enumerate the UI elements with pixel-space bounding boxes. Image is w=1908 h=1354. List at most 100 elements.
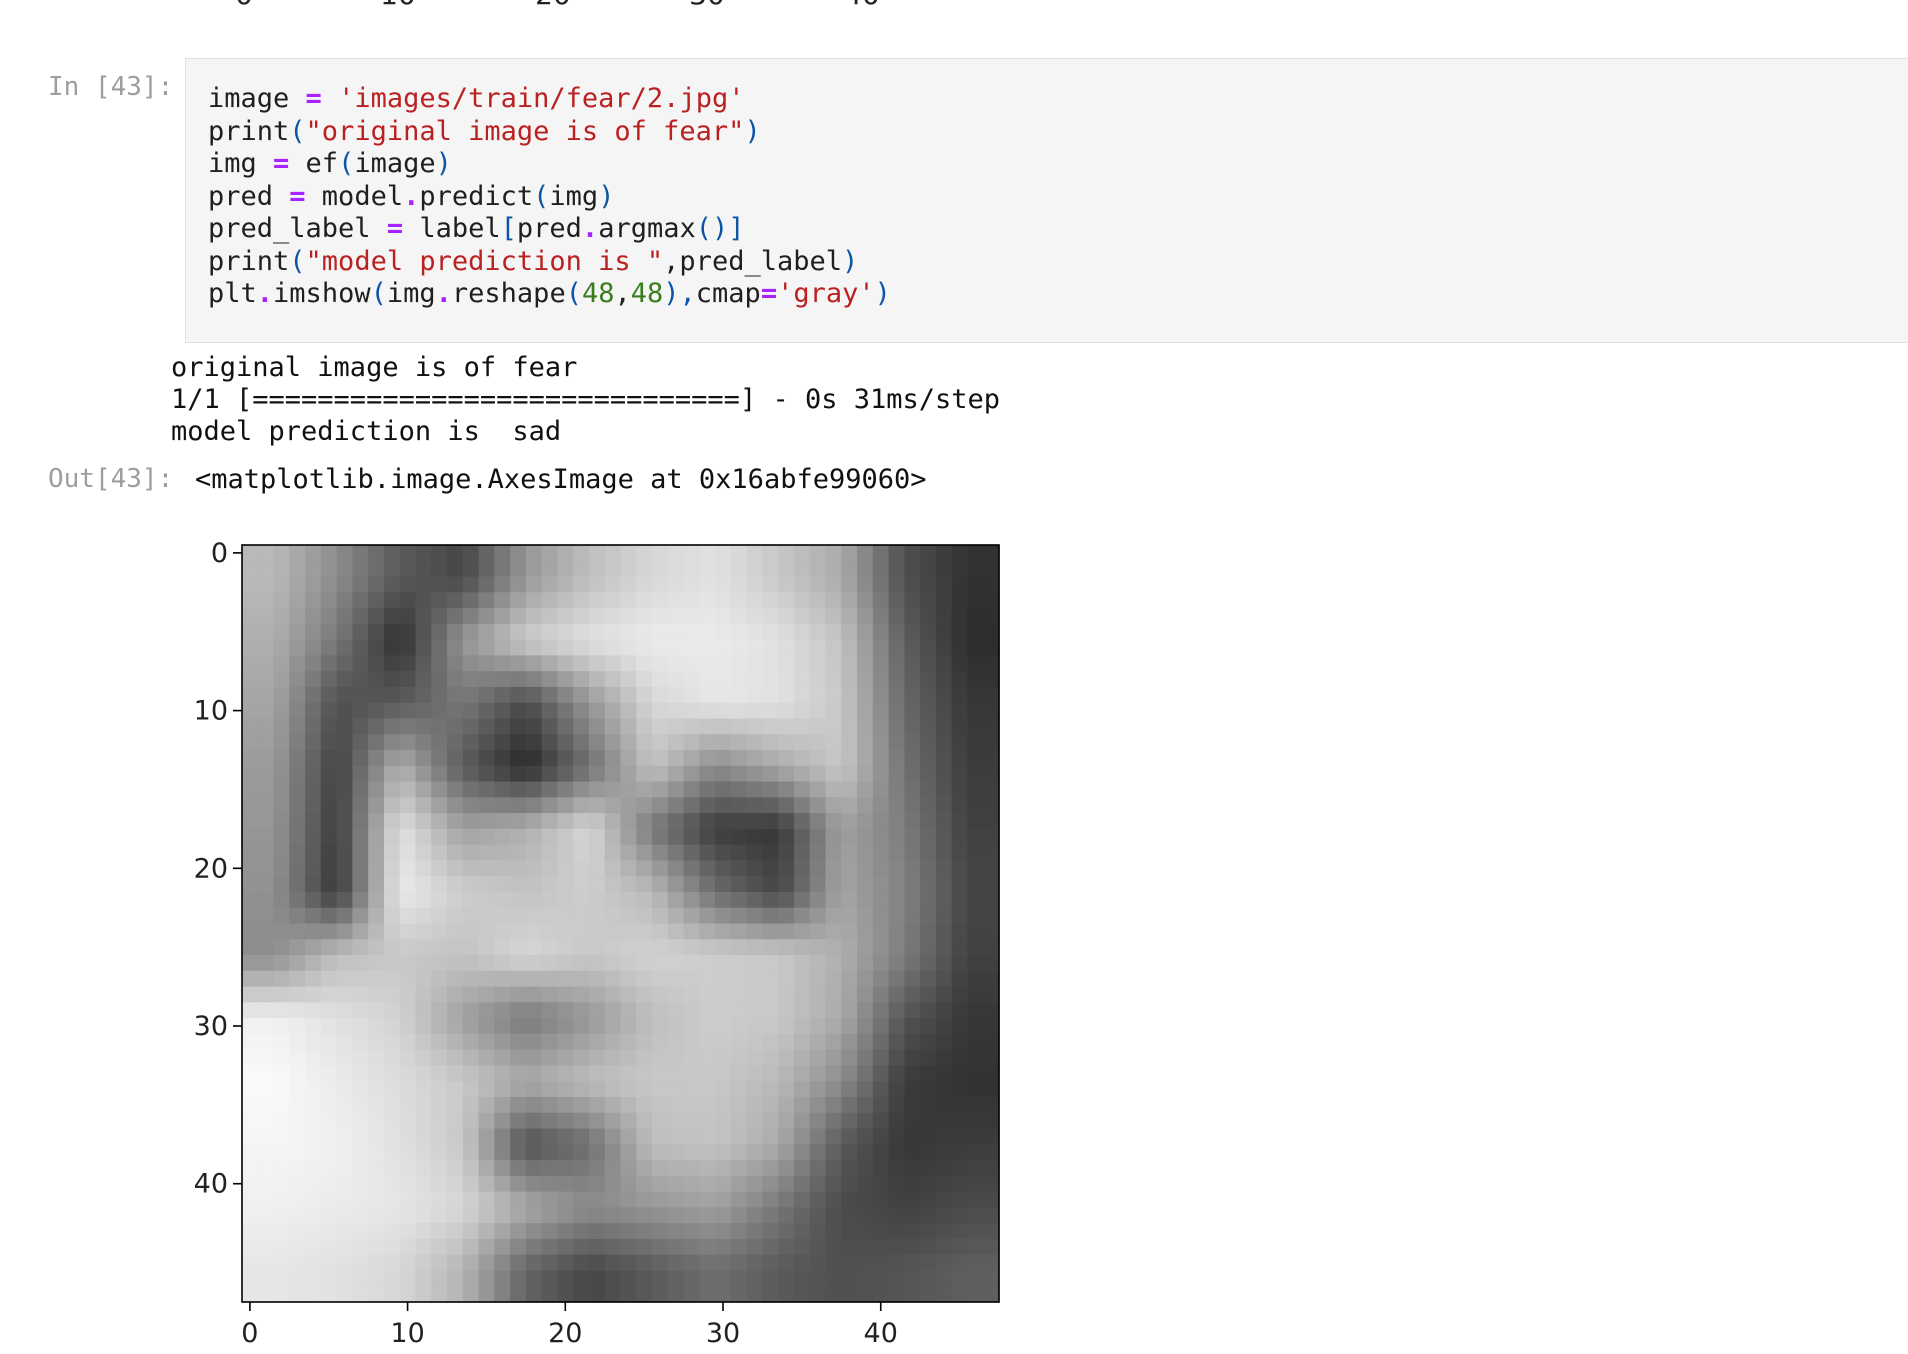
image-pixel	[305, 1002, 322, 1019]
image-pixel	[620, 608, 637, 625]
image-pixel	[289, 545, 306, 562]
image-pixel	[510, 813, 527, 830]
image-pixel	[383, 718, 401, 735]
image-pixel	[699, 797, 716, 814]
image-pixel	[904, 1160, 921, 1177]
image-pixel	[557, 1144, 574, 1161]
image-pixel	[447, 655, 464, 672]
image-pixel	[320, 1175, 338, 1193]
code-line[interactable]: print("model prediction is ",pred_label)	[208, 246, 891, 279]
image-pixel	[652, 1128, 669, 1145]
image-pixel	[604, 671, 622, 688]
image-pixel	[257, 718, 275, 735]
image-pixel	[541, 702, 559, 720]
image-pixel	[967, 1286, 984, 1303]
image-pixel	[525, 718, 543, 735]
image-pixel	[762, 813, 779, 830]
code-line[interactable]: image = 'images/train/fear/2.jpg'	[208, 83, 891, 116]
image-pixel	[510, 1128, 527, 1145]
image-pixel	[399, 781, 417, 798]
image-pixel	[462, 1175, 480, 1193]
image-pixel	[730, 560, 748, 578]
image-pixel	[588, 576, 606, 593]
image-pixel	[715, 986, 732, 1003]
image-pixel	[778, 844, 795, 862]
image-pixel	[573, 907, 590, 925]
image-pixel	[541, 1049, 559, 1067]
image-pixel	[888, 955, 905, 972]
image-pixel	[525, 1065, 543, 1082]
image-pixel	[336, 907, 353, 925]
image-pixel	[667, 1144, 685, 1161]
image-pixel	[305, 718, 322, 735]
image-pixel	[336, 1112, 353, 1130]
image-pixel	[257, 734, 275, 751]
image-pixel	[368, 939, 385, 956]
image-pixel	[951, 907, 969, 925]
image-pixel	[746, 671, 764, 688]
image-pixel	[967, 1191, 984, 1208]
image-pixel	[573, 655, 590, 672]
code-editor-lines[interactable]: image = 'images/train/fear/2.jpg' print("…	[208, 83, 891, 311]
image-pixel	[825, 860, 842, 877]
image-pixel	[478, 1049, 495, 1067]
code-token: ,	[614, 278, 631, 309]
code-line[interactable]: print("original image is of fear")	[208, 116, 891, 149]
image-pixel	[525, 1254, 543, 1272]
image-pixel	[399, 1286, 417, 1303]
image-pixel	[857, 623, 874, 641]
image-pixel	[242, 1160, 259, 1177]
image-pixel	[825, 545, 842, 562]
image-pixel	[478, 1270, 495, 1287]
image-pixel	[415, 1112, 432, 1130]
image-pixel	[462, 781, 480, 798]
image-pixel	[667, 876, 685, 893]
code-line[interactable]: img = ef(image)	[208, 148, 891, 181]
image-pixel	[857, 1207, 874, 1224]
image-pixel	[762, 1128, 779, 1145]
image-pixel	[809, 1160, 827, 1177]
image-pixel	[494, 671, 511, 688]
image-pixel	[541, 797, 559, 814]
image-pixel	[273, 655, 290, 672]
image-pixel	[510, 639, 527, 656]
code-line[interactable]: plt.imshow(img.reshape(48,48),cmap='gray…	[208, 278, 891, 311]
image-pixel	[257, 970, 275, 988]
image-pixel	[809, 813, 827, 830]
code-line[interactable]: pred_label = label[pred.argmax()]	[208, 213, 891, 246]
image-pixel	[857, 1238, 874, 1256]
image-pixel	[494, 1238, 511, 1256]
code-line[interactable]: pred = model.predict(img)	[208, 181, 891, 214]
image-pixel	[494, 702, 511, 720]
code-cell-editor[interactable]: image = 'images/train/fear/2.jpg' print("…	[185, 58, 1908, 343]
image-pixel	[257, 1144, 275, 1161]
image-pixel	[778, 1033, 795, 1051]
image-pixel	[604, 844, 622, 862]
image-pixel	[857, 608, 874, 625]
image-pixel	[967, 1033, 984, 1051]
image-pixel	[857, 986, 874, 1003]
image-pixel	[762, 781, 779, 798]
image-pixel	[557, 750, 574, 767]
image-pixel	[352, 1175, 369, 1193]
image-pixel	[352, 939, 369, 956]
image-pixel	[305, 797, 322, 814]
image-pixel	[368, 828, 385, 846]
image-pixel	[604, 686, 622, 704]
image-pixel	[841, 1223, 858, 1240]
image-pixel	[383, 765, 401, 783]
image-pixel	[305, 1270, 322, 1287]
image-pixel	[557, 1096, 574, 1114]
image-pixel	[289, 876, 306, 893]
image-pixel	[257, 923, 275, 940]
image-pixel	[857, 1160, 874, 1177]
image-pixel	[289, 1128, 306, 1145]
image-pixel	[541, 1128, 559, 1145]
image-pixel	[872, 734, 890, 751]
image-pixel	[904, 1033, 921, 1051]
image-pixel	[636, 986, 653, 1003]
image-pixel	[415, 1270, 432, 1287]
image-pixel	[888, 1049, 905, 1067]
image-pixel	[888, 1144, 905, 1161]
image-pixel	[352, 844, 369, 862]
